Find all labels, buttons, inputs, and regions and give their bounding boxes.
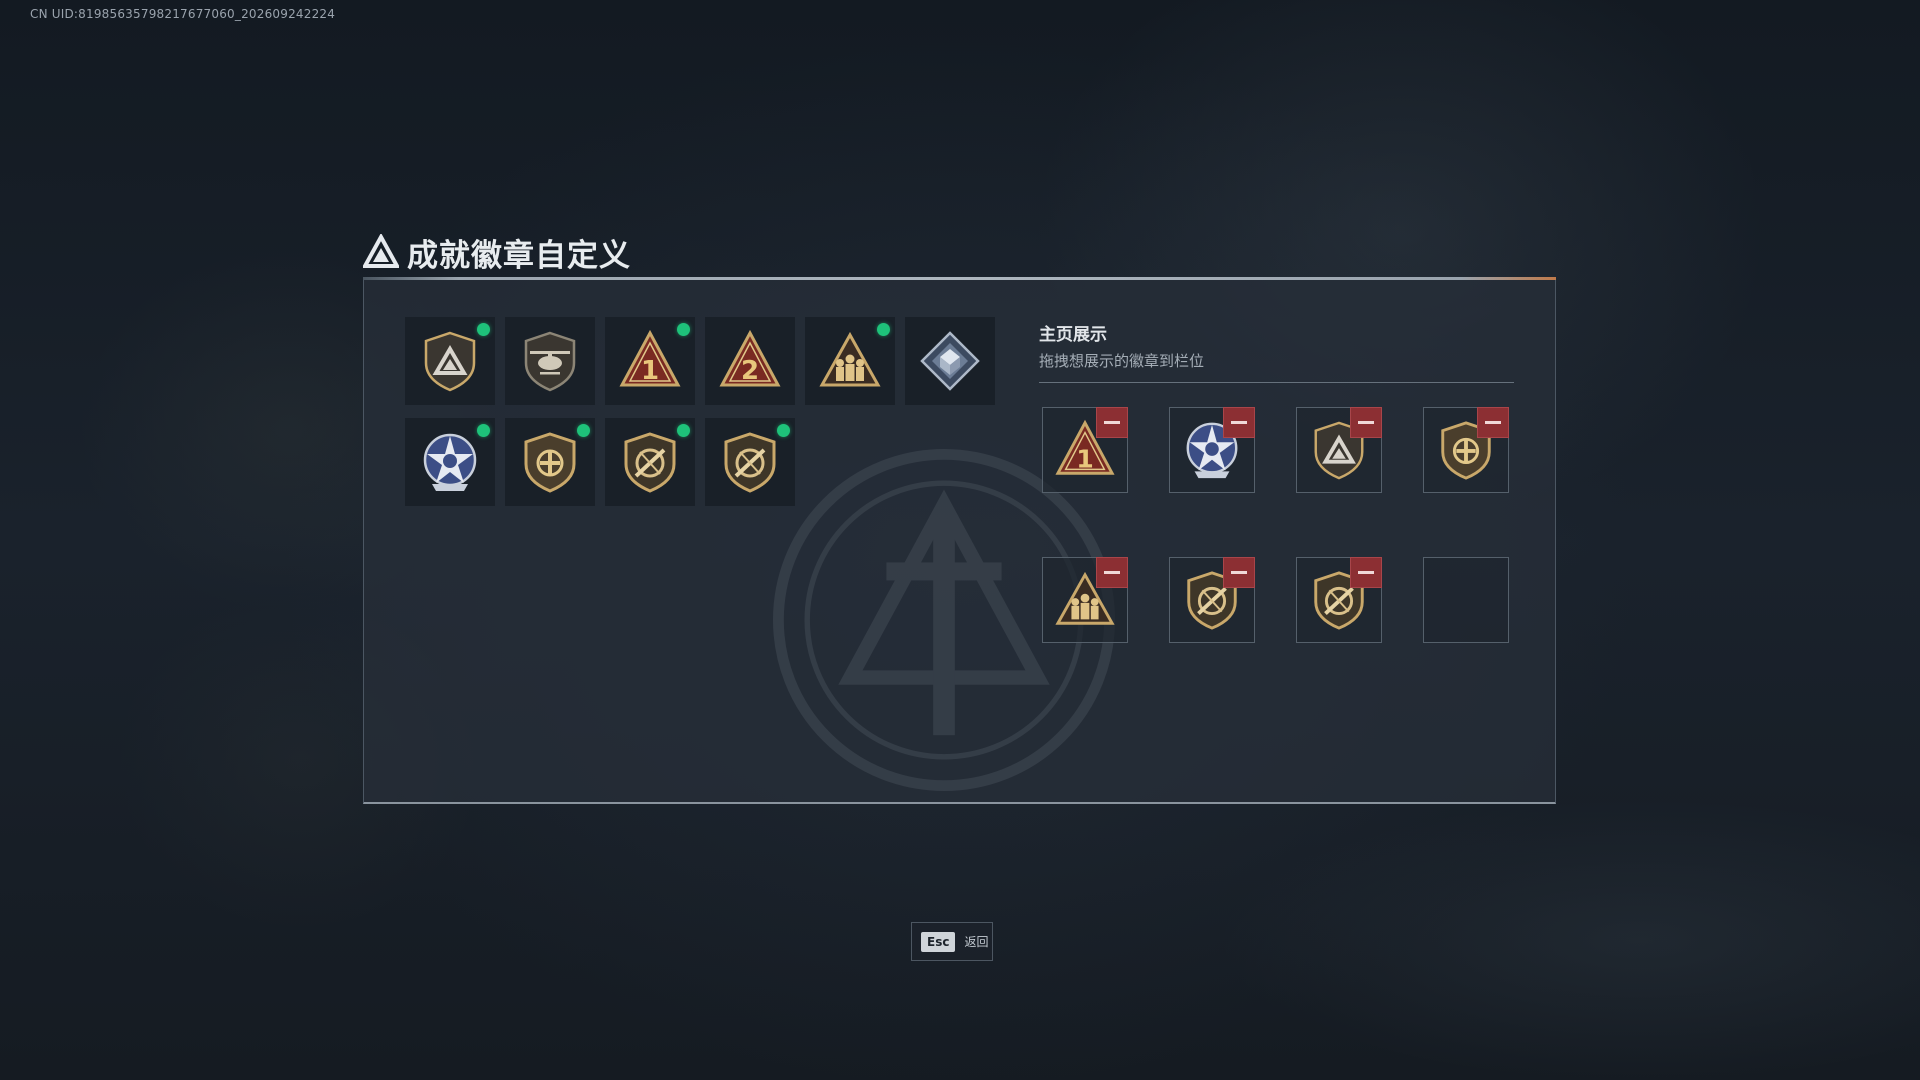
- rank-one-badge-icon: 1: [619, 329, 681, 387]
- dialog-header: 成就徽章自定义: [363, 230, 631, 274]
- showcase-subtitle: 拖拽想展示的徽章到栏位: [1039, 352, 1205, 370]
- dialog-title: 成就徽章自定义: [407, 237, 631, 274]
- delta-logo-icon: [363, 234, 399, 268]
- new-indicator-dot: [877, 323, 890, 336]
- svg-text:1: 1: [1076, 444, 1094, 473]
- remove-badge-button[interactable]: [1223, 557, 1255, 588]
- showcase-slot-empty[interactable]: [1423, 557, 1509, 643]
- minus-icon: [1358, 571, 1374, 574]
- new-indicator-dot: [477, 323, 490, 336]
- showcase-title: 主页展示: [1039, 325, 1107, 345]
- badge-inventory-grid: 1 2: [405, 317, 1005, 506]
- showcase-slot-grid: 1: [1042, 407, 1509, 643]
- blue-star-emblem-icon: [423, 433, 477, 491]
- inventory-badge-slot[interactable]: [905, 317, 995, 405]
- remove-badge-button[interactable]: [1223, 407, 1255, 438]
- remove-badge-button[interactable]: [1096, 407, 1128, 438]
- minus-icon: [1104, 421, 1120, 424]
- minus-icon: [1485, 421, 1501, 424]
- showcase-slot[interactable]: [1296, 407, 1382, 493]
- inventory-badge-slot[interactable]: [405, 317, 495, 405]
- esc-key-hint: Esc: [921, 931, 956, 952]
- shield-crest-badge-icon: [524, 432, 576, 493]
- new-indicator-dot: [577, 424, 590, 437]
- helicopter-badge-icon: [524, 331, 576, 392]
- inventory-badge-slot[interactable]: [705, 418, 795, 506]
- showcase-slot[interactable]: [1423, 407, 1509, 493]
- crossed-rifle-shield-icon: [624, 432, 676, 493]
- inventory-badge-slot[interactable]: [405, 418, 495, 506]
- crossed-rifle-shield-icon: [724, 432, 776, 493]
- badge-customization-panel: 1 2 主页展示 拖拽想展示的徽章到栏位 1: [363, 280, 1556, 804]
- inventory-badge-slot[interactable]: [505, 317, 595, 405]
- new-indicator-dot: [677, 424, 690, 437]
- remove-badge-button[interactable]: [1350, 557, 1382, 588]
- homepage-showcase: 主页展示 拖拽想展示的徽章到栏位 1: [1039, 320, 1514, 643]
- inventory-badge-slot[interactable]: 2: [705, 317, 795, 405]
- minus-icon: [1231, 421, 1247, 424]
- back-label: 返回: [964, 935, 989, 949]
- back-button[interactable]: Esc 返回: [911, 922, 993, 961]
- new-indicator-dot: [477, 424, 490, 437]
- showcase-divider: [1039, 382, 1514, 383]
- svg-text:2: 2: [741, 356, 759, 386]
- showcase-slot[interactable]: [1169, 407, 1255, 493]
- new-indicator-dot: [677, 323, 690, 336]
- remove-badge-button[interactable]: [1350, 407, 1382, 438]
- new-indicator-dot: [777, 424, 790, 437]
- showcase-slot[interactable]: [1169, 557, 1255, 643]
- remove-badge-button[interactable]: [1096, 557, 1128, 588]
- inventory-badge-slot[interactable]: [605, 418, 695, 506]
- showcase-slot[interactable]: [1042, 557, 1128, 643]
- minus-icon: [1104, 571, 1120, 574]
- inventory-badge-slot[interactable]: [805, 317, 895, 405]
- inventory-badge-slot[interactable]: [505, 418, 595, 506]
- svg-text:1: 1: [641, 356, 659, 386]
- shield-triangle-badge-icon: [424, 331, 476, 392]
- minus-icon: [1358, 421, 1374, 424]
- squad-soldiers-badge-icon: [819, 331, 881, 387]
- uid-label: CN UID:8198563579821767706​0_20260924222…: [30, 7, 336, 21]
- minus-icon: [1231, 571, 1247, 574]
- showcase-slot[interactable]: [1296, 557, 1382, 643]
- rank-two-badge-icon: 2: [719, 329, 781, 387]
- remove-badge-button[interactable]: [1477, 407, 1509, 438]
- inventory-badge-slot[interactable]: 1: [605, 317, 695, 405]
- diamond-crystal-badge-icon: [920, 331, 980, 391]
- showcase-slot[interactable]: 1: [1042, 407, 1128, 493]
